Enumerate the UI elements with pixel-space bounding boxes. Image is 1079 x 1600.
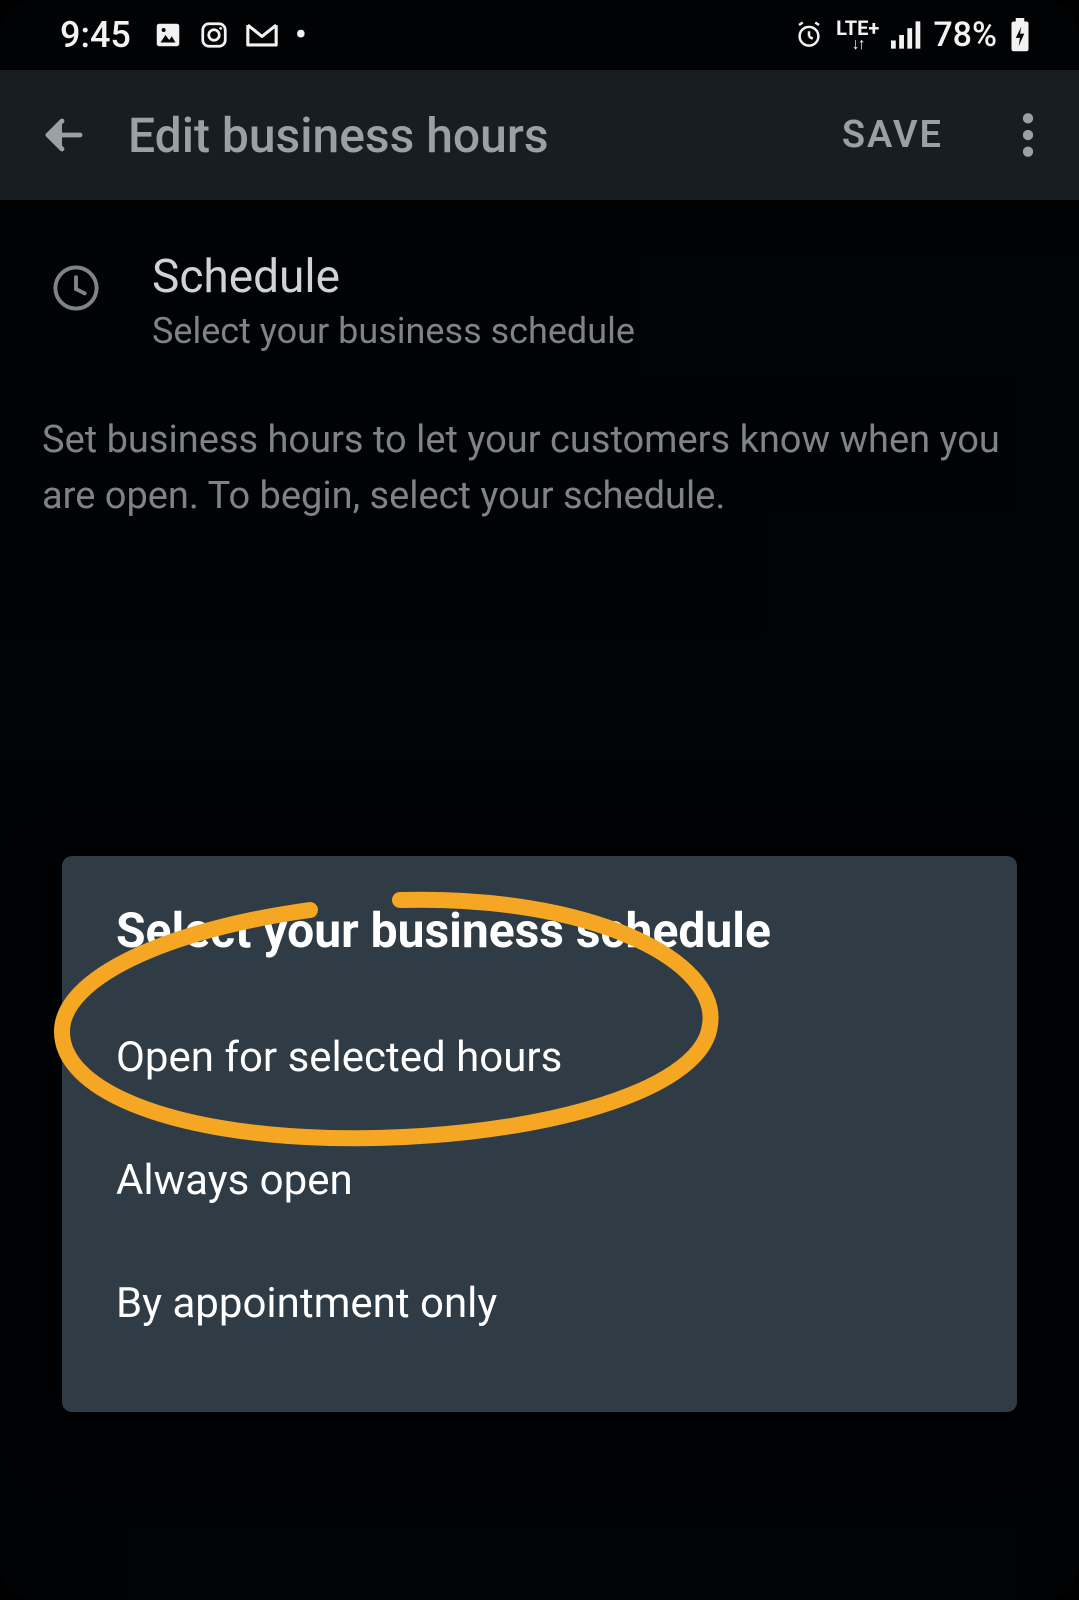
schedule-subtext: Select your business schedule: [152, 310, 635, 352]
more-icon[interactable]: [997, 113, 1059, 157]
option-by-appointment[interactable]: By appointment only: [116, 1255, 963, 1352]
option-open-selected-hours[interactable]: Open for selected hours: [116, 1009, 963, 1106]
save-button[interactable]: SAVE: [828, 113, 957, 157]
network-type-indicator: LTE+ ↓↑: [836, 19, 879, 51]
gmail-icon: [245, 22, 279, 48]
status-bar: 9:45 • LTE+ ↓↑ 78%: [0, 0, 1079, 70]
back-icon[interactable]: [40, 111, 88, 159]
status-time: 9:45: [60, 14, 131, 56]
battery-percentage: 78%: [933, 15, 997, 55]
toolbar: Edit business hours SAVE: [0, 70, 1079, 200]
clock-icon: [50, 262, 102, 314]
signal-icon: [891, 21, 921, 49]
dialog-title: Select your business schedule: [116, 902, 963, 959]
battery-charging-icon: [1009, 18, 1031, 52]
option-always-open[interactable]: Always open: [116, 1132, 963, 1229]
schedule-dialog: Select your business schedule Open for s…: [62, 856, 1017, 1412]
schedule-heading: Schedule: [152, 250, 635, 304]
alarm-icon: [794, 20, 824, 50]
page-title: Edit business hours: [128, 107, 788, 164]
instagram-icon: [199, 20, 229, 50]
schedule-setting-row[interactable]: Schedule Select your business schedule: [0, 230, 1079, 392]
gallery-icon: [153, 20, 183, 50]
screen: Edit business hours SAVE Schedule Select…: [0, 0, 1079, 1600]
description-text: Set business hours to let your customers…: [0, 392, 1079, 544]
